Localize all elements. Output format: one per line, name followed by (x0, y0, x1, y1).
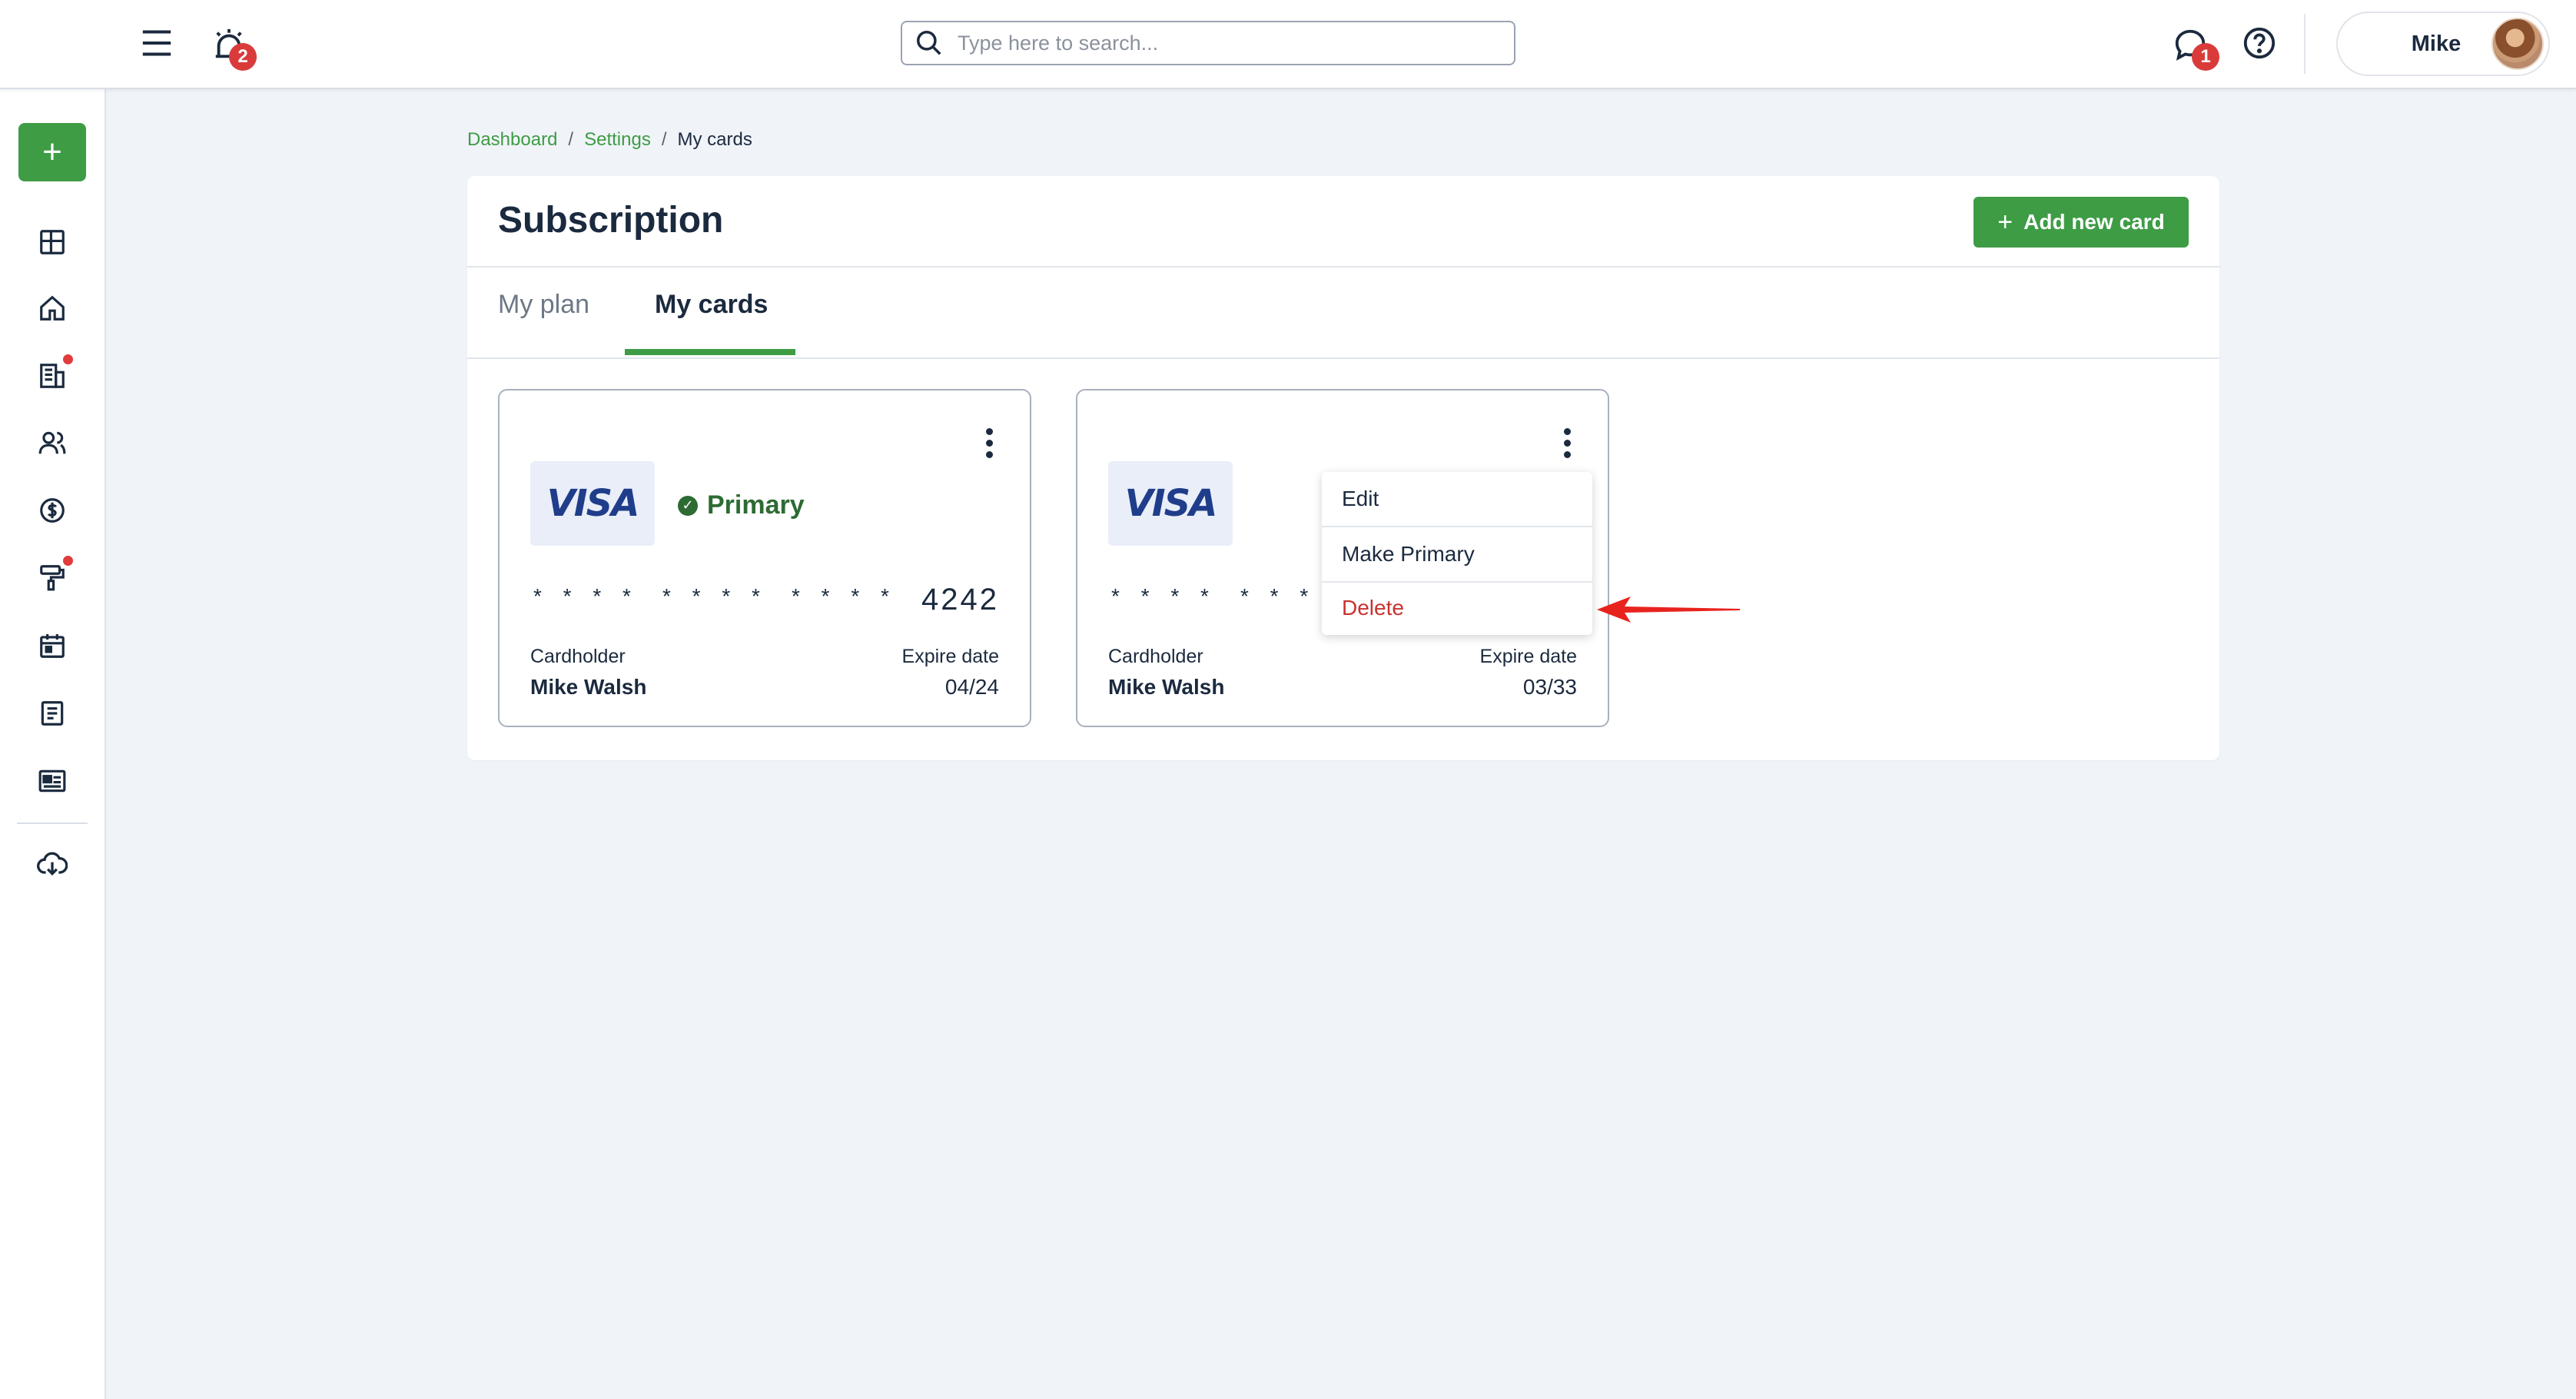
sidebar-item-payments[interactable] (31, 489, 74, 532)
menu-item-edit[interactable]: Edit (1322, 472, 1592, 526)
search-input[interactable] (958, 31, 1480, 55)
tab-my-plan[interactable]: My plan (498, 290, 589, 320)
avatar (2491, 18, 2544, 70)
add-new-card-button[interactable]: + Add new card (1973, 197, 2189, 248)
annotation-arrow-icon (1597, 596, 1740, 623)
primary-label: Primary (707, 490, 805, 520)
masked-digits: * * * * (792, 584, 897, 608)
sidebar-item-maintenance[interactable] (31, 556, 74, 599)
primary-badge: ✓ Primary (678, 490, 805, 520)
breadcrumb-dashboard[interactable]: Dashboard (467, 129, 557, 151)
users-icon (38, 431, 66, 454)
kebab-dot (1563, 439, 1571, 447)
card-options-menu: Edit Make Primary Delete (1322, 472, 1592, 635)
building-icon (40, 364, 65, 388)
expire-date-label: Expire date (1479, 646, 1577, 667)
document-icon (41, 701, 64, 726)
kebab-dot (985, 427, 993, 435)
sidebar-item-properties[interactable] (31, 354, 74, 397)
masked-digits: * * * * (662, 584, 768, 608)
plus-icon: + (1997, 207, 2013, 237)
kebab-dot (1563, 427, 1571, 435)
menu-item-make-primary[interactable]: Make Primary (1322, 527, 1592, 581)
breadcrumb-current: My cards (677, 129, 752, 150)
sidebar-item-reports[interactable] (31, 759, 74, 803)
help-circle-icon (2243, 27, 2276, 59)
card-brand: VISA (546, 482, 640, 525)
visa-logo: VISA (1108, 461, 1233, 546)
dollar-icon (40, 498, 65, 523)
menu-item-delete[interactable]: Delete (1322, 581, 1592, 635)
top-bar: 2 1 Mike (0, 0, 2576, 89)
messages-button[interactable]: 1 (2169, 23, 2219, 71)
visa-logo: VISA (530, 461, 655, 546)
header-divider (2304, 14, 2305, 74)
id-card-icon (38, 769, 66, 793)
hamburger-menu-icon (142, 30, 171, 56)
sidebar-item-download[interactable] (31, 843, 74, 886)
sidebar-divider (17, 822, 88, 824)
alerts-button[interactable]: 2 (207, 23, 257, 71)
card-last4: 4242 (921, 583, 999, 616)
menu-toggle-button[interactable] (137, 23, 177, 63)
kebab-dot (1563, 450, 1571, 458)
kebab-dot (985, 450, 993, 458)
search-bar[interactable] (901, 21, 1515, 65)
tab-my-cards[interactable]: My cards (655, 290, 768, 320)
create-new-button[interactable]: + (18, 123, 86, 181)
notification-dot (63, 556, 73, 566)
layout-grid-icon (40, 230, 65, 254)
check-circle-icon: ✓ (678, 495, 698, 516)
cardholder-label: Cardholder (530, 646, 626, 667)
messages-count-badge: 1 (2192, 43, 2219, 71)
breadcrumb-settings[interactable]: Settings (584, 129, 651, 151)
user-name: Mike (2411, 31, 2461, 56)
kebab-dot (985, 439, 993, 447)
expire-date: 03/33 (1522, 675, 1577, 699)
help-button[interactable] (2239, 23, 2279, 63)
paint-roller-icon (40, 565, 65, 591)
breadcrumb-separator: / (661, 129, 667, 150)
header-divider (467, 266, 2219, 268)
subscription-panel: Subscription + Add new card My plan My c… (467, 176, 2219, 760)
user-menu-button[interactable]: Mike (2336, 12, 2550, 76)
masked-digits: * * * * (1111, 584, 1217, 608)
home-icon (40, 295, 65, 321)
expire-date-label: Expire date (901, 646, 999, 667)
add-new-card-label: Add new card (2023, 210, 2165, 234)
page-title: Subscription (498, 200, 724, 241)
masked-digits: * * * * (533, 584, 639, 608)
active-tab-indicator (625, 349, 795, 355)
sidebar-item-calendar[interactable] (31, 624, 74, 667)
card-brand: VISA (1124, 482, 1218, 525)
sidebar-item-home[interactable] (31, 287, 74, 330)
tabs-divider (467, 357, 2219, 359)
expire-date: 04/24 (944, 675, 999, 699)
sidebar-item-documents[interactable] (31, 692, 74, 735)
card-options-button[interactable] (1552, 421, 1582, 464)
cardholder-label: Cardholder (1108, 646, 1203, 667)
cloud-download-icon (37, 852, 68, 876)
breadcrumb: Dashboard / Settings / My cards (467, 129, 752, 151)
breadcrumb-separator: / (568, 129, 574, 150)
search-icon (917, 31, 941, 55)
payment-card: VISA ✓ Primary * * * * * * * * * * * * 4… (498, 389, 1031, 727)
card-options-button[interactable] (974, 421, 1004, 464)
sidebar-item-contacts[interactable] (31, 421, 74, 464)
notification-dot (63, 354, 73, 364)
cardholder-name: Mike Walsh (1108, 675, 1225, 699)
cardholder-name: Mike Walsh (530, 675, 647, 699)
sidebar: + (0, 0, 106, 1399)
calendar-icon (40, 633, 65, 658)
alerts-count-badge: 2 (229, 43, 257, 71)
sidebar-item-dashboard[interactable] (31, 221, 74, 264)
